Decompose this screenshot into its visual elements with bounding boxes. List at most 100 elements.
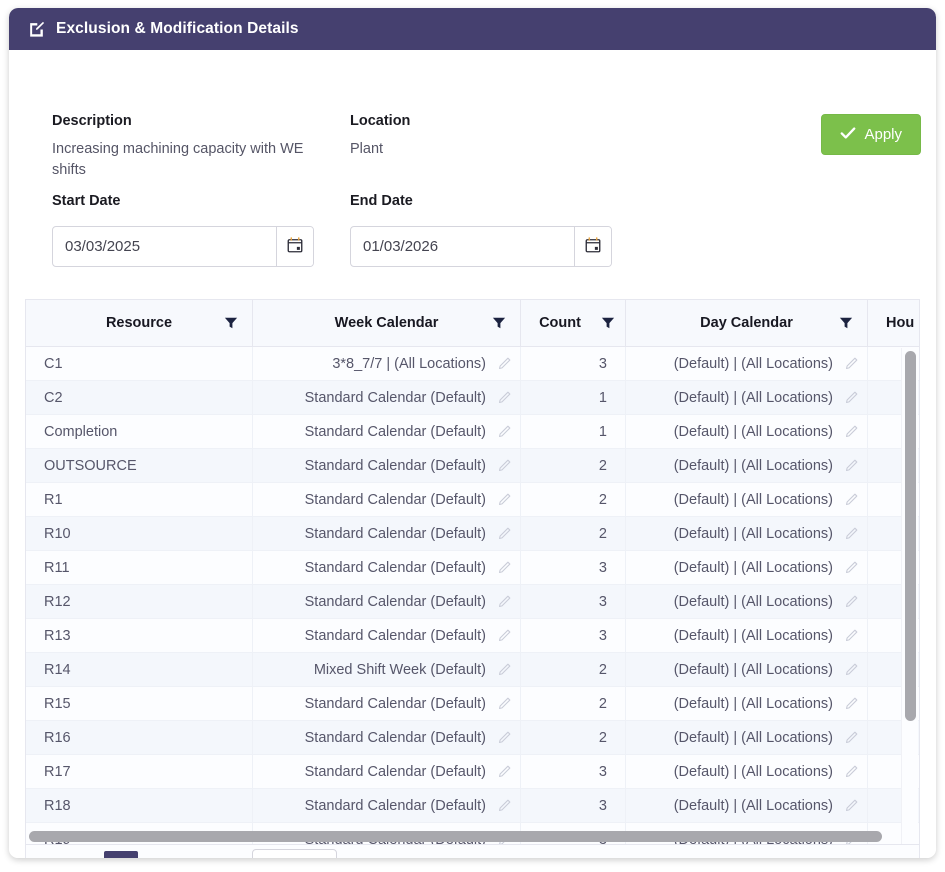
grid-horizontal-scrollbar-thumb[interactable] [29,831,882,842]
table-row[interactable]: R1Standard Calendar (Default)2(Default) … [26,483,919,517]
cell-day-calendar-text: (Default) | (All Locations) [674,696,833,712]
table-row[interactable]: R14Mixed Shift Week (Default)2(Default) … [26,653,919,687]
cell-resource: C1 [26,347,253,380]
cell-week-calendar-text: 3*8_7/7 | (All Locations) [332,356,486,372]
start-date-calendar-button[interactable] [276,227,313,266]
column-header-label: Count [539,315,581,331]
cell-week-calendar: 3*8_7/7 | (All Locations) [253,347,521,380]
cell-resource: R17 [26,755,253,788]
pencil-icon[interactable] [843,424,859,439]
cell-day-calendar: (Default) | (All Locations) [626,449,868,482]
next-page-button[interactable] [172,852,204,858]
previous-page-button[interactable] [72,852,104,858]
column-header-label: Week Calendar [335,315,439,331]
cell-day-calendar: (Default) | (All Locations) [626,687,868,720]
pencil-icon[interactable] [496,730,512,745]
cell-resource: Completion [26,415,253,448]
cell-week-calendar-text: Standard Calendar (Default) [305,798,486,814]
cell-week-calendar-text: Standard Calendar (Default) [305,764,486,780]
filter-icon[interactable] [492,316,506,330]
table-row[interactable]: R16Standard Calendar (Default)2(Default)… [26,721,919,755]
end-date-input[interactable] [351,227,574,266]
pencil-icon[interactable] [843,560,859,575]
pencil-icon[interactable] [843,662,859,677]
column-header-resource[interactable]: Resource [26,300,253,346]
pencil-icon[interactable] [843,594,859,609]
table-row[interactable]: R15Standard Calendar (Default)2(Default)… [26,687,919,721]
cell-resource: R14 [26,653,253,686]
calendar-icon [584,236,602,257]
grid-horizontal-scrollbar[interactable] [27,829,904,844]
pencil-icon[interactable] [496,594,512,609]
table-row[interactable]: C13*8_7/7 | (All Locations)3(Default) | … [26,347,919,381]
cell-day-calendar: (Default) | (All Locations) [626,585,868,618]
cell-week-calendar: Standard Calendar (Default) [253,415,521,448]
pencil-icon[interactable] [496,628,512,643]
cell-day-calendar-text: (Default) | (All Locations) [674,424,833,440]
filter-icon[interactable] [224,316,238,330]
table-row[interactable]: C2Standard Calendar (Default)1(Default) … [26,381,919,415]
page-size-select[interactable]: 20 ▼ [252,849,337,858]
table-row[interactable]: R13Standard Calendar (Default)3(Default)… [26,619,919,653]
pencil-icon[interactable] [843,764,859,779]
pencil-icon[interactable] [496,390,512,405]
pencil-icon[interactable] [843,526,859,541]
pencil-icon[interactable] [843,730,859,745]
table-row[interactable]: CompletionStandard Calendar (Default)1(D… [26,415,919,449]
pencil-icon[interactable] [496,458,512,473]
grid-vertical-scrollbar-thumb[interactable] [905,351,916,721]
cell-day-calendar-text: (Default) | (All Locations) [674,798,833,814]
pencil-icon[interactable] [843,492,859,507]
apply-button-label: Apply [864,126,902,143]
pencil-icon[interactable] [496,764,512,779]
pencil-icon[interactable] [496,424,512,439]
pencil-icon[interactable] [843,390,859,405]
cell-day-calendar: (Default) | (All Locations) [626,789,868,822]
cell-week-calendar-text: Mixed Shift Week (Default) [314,662,486,678]
pencil-icon[interactable] [843,628,859,643]
pencil-icon[interactable] [843,696,859,711]
cell-week-calendar: Standard Calendar (Default) [253,381,521,414]
pencil-icon[interactable] [496,696,512,711]
pencil-icon[interactable] [496,492,512,507]
page-button-2[interactable]: 2 [138,851,172,858]
column-header-day-calendar[interactable]: Day Calendar [626,300,868,346]
table-row[interactable]: R18Standard Calendar (Default)3(Default)… [26,789,919,823]
cell-resource: R13 [26,619,253,652]
pencil-icon[interactable] [496,356,512,371]
page-button-1[interactable]: 1 [104,851,138,858]
table-row[interactable]: R10Standard Calendar (Default)2(Default)… [26,517,919,551]
first-page-button[interactable] [40,852,72,858]
pencil-icon[interactable] [843,356,859,371]
pencil-icon[interactable] [496,526,512,541]
grid-vertical-scrollbar[interactable] [901,348,918,844]
filter-icon[interactable] [839,316,853,330]
cell-count: 2 [521,449,626,482]
pencil-icon[interactable] [843,798,859,813]
column-header-week-calendar[interactable]: Week Calendar [253,300,521,346]
app-root: Exclusion & Modification Details Descrip… [0,0,945,872]
cell-day-calendar: (Default) | (All Locations) [626,619,868,652]
table-row[interactable]: R12Standard Calendar (Default)3(Default)… [26,585,919,619]
cell-week-calendar: Standard Calendar (Default) [253,551,521,584]
end-date-calendar-button[interactable] [574,227,611,266]
column-header-count[interactable]: Count [521,300,626,346]
column-header-label: Resource [106,315,172,331]
cell-resource: C2 [26,381,253,414]
cell-resource: R12 [26,585,253,618]
apply-button[interactable]: Apply [821,114,921,155]
last-page-button[interactable] [204,852,236,858]
filter-icon[interactable] [601,316,615,330]
grid-header-row: Resource Week Calendar Count [26,300,919,347]
cell-count: 3 [521,789,626,822]
table-row[interactable]: R11Standard Calendar (Default)3(Default)… [26,551,919,585]
table-row[interactable]: OUTSOURCEStandard Calendar (Default)2(De… [26,449,919,483]
pencil-icon[interactable] [843,458,859,473]
end-date-group [350,226,612,267]
pencil-icon[interactable] [496,798,512,813]
column-header-hours[interactable]: Hou [868,300,920,346]
pencil-icon[interactable] [496,560,512,575]
pencil-icon[interactable] [496,662,512,677]
start-date-input[interactable] [53,227,276,266]
table-row[interactable]: R17Standard Calendar (Default)3(Default)… [26,755,919,789]
